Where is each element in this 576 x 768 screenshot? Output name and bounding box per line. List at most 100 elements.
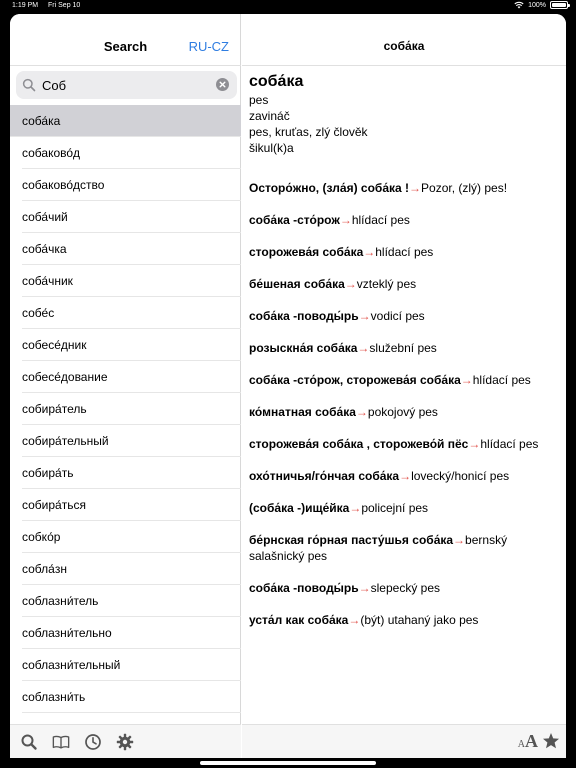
example-czech: pokojový pes: [367, 405, 438, 419]
example-czech: vodicí pes: [370, 309, 425, 323]
search-field[interactable]: [16, 71, 237, 99]
search-icon: [22, 78, 36, 92]
word-list-item[interactable]: соблазни́тель: [10, 585, 241, 617]
example-russian: ко́мнатная соба́ка: [249, 405, 356, 419]
sense-item: pes, kruťas, zlý člověk: [249, 125, 368, 139]
example-russian: Осторо́жно, (зла́я) соба́ка !: [249, 181, 410, 195]
star-icon[interactable]: [542, 732, 560, 750]
example-russian: сторожева́я соба́ка , сторожево́й пёс: [249, 437, 469, 451]
headword: соба́ка: [249, 73, 304, 90]
translation-arrow-icon: →: [349, 501, 362, 515]
example-list: Осторо́жно, (зла́я) соба́ка !→Pozor, (zl…: [249, 180, 561, 628]
example-item: соба́ка -сто́рож→hlídací pes: [249, 212, 561, 228]
translation-arrow-icon: →: [357, 341, 370, 355]
close-icon: [219, 81, 226, 88]
example-czech: Pozor, (zlý) pes!: [421, 181, 508, 195]
home-indicator: [200, 761, 376, 765]
translation-arrow-icon: →: [344, 277, 357, 291]
word-list-item[interactable]: собко́р: [10, 521, 241, 553]
language-toggle-button[interactable]: RU-CZ: [189, 39, 229, 54]
example-russian: бе́шеная соба́ка: [249, 277, 345, 291]
battery-percent: 100%: [528, 1, 546, 9]
font-size-small-label: A: [517, 739, 525, 750]
example-russian: (соба́ка -)ище́йка: [249, 501, 350, 515]
word-list-item[interactable]: соба́чий: [10, 201, 241, 233]
example-item: бе́шеная соба́ка→vzteklý pes: [249, 276, 561, 292]
word-list-item[interactable]: соблазни́тельный: [10, 649, 241, 681]
gear-icon[interactable]: [116, 733, 134, 751]
clear-search-button[interactable]: [216, 78, 229, 91]
example-item: соба́ка -поводы́рь→slepecký pes: [249, 580, 561, 596]
word-list-item[interactable]: собира́тельный: [10, 425, 241, 457]
example-czech: lovecký/honicí pes: [411, 469, 510, 483]
word-list-item[interactable]: соблазни́ть: [10, 681, 241, 713]
entry-pane: соба́ка соба́ка pes zavináč pes, kruťas, z…: [242, 14, 566, 758]
example-czech: vzteklý pes: [356, 277, 417, 291]
translation-arrow-icon: →: [453, 533, 466, 547]
battery-icon: [550, 1, 570, 9]
example-item: бе́рнская го́рная пасту́шья соба́ка→bern…: [249, 532, 561, 564]
example-czech: slepecký pes: [370, 581, 441, 595]
status-date: Fri Sep 10: [48, 2, 81, 9]
sense-item: šikul(k)a: [249, 141, 294, 155]
word-list-item[interactable]: соблазни́ться: [10, 713, 241, 720]
word-list-item[interactable]: собира́ться: [10, 489, 241, 521]
example-item: сторожева́я соба́ка , сторожево́й пёс→hl…: [249, 436, 561, 452]
word-list-item[interactable]: собесе́дник: [10, 329, 241, 361]
example-czech: hlídací pes: [472, 373, 531, 387]
example-item: ко́мнатная соба́ка→pokojový pes: [249, 404, 561, 420]
book-icon[interactable]: [52, 733, 70, 751]
example-russian: соба́ка -поводы́рь: [249, 309, 359, 323]
status-bar: 1:19 PM Fri Sep 10 100%: [0, 0, 576, 12]
translation-arrow-icon: →: [355, 405, 368, 419]
example-russian: охо́тничья/го́нчая соба́ка: [249, 469, 400, 483]
word-list-item[interactable]: собла́зн: [10, 553, 241, 585]
example-item: сторожева́я соба́ка→hlídací pes: [249, 244, 561, 260]
word-list[interactable]: соба́ка собаково́д собаково́дство соба́чий с…: [10, 105, 241, 720]
example-russian: соба́ка -поводы́рь: [249, 581, 359, 595]
word-list-item[interactable]: собира́тель: [10, 393, 241, 425]
translation-arrow-icon: →: [399, 469, 412, 483]
example-russian: розыскна́я соба́ка: [249, 341, 358, 355]
example-russian: сторожева́я соба́ка: [249, 245, 364, 259]
search-icon[interactable]: [20, 733, 38, 751]
example-czech: hlídací pes: [480, 437, 539, 451]
word-list-item[interactable]: соба́чник: [10, 265, 241, 297]
example-czech: policejní pes: [361, 501, 429, 515]
example-czech: (být) utahaný jako pes: [360, 613, 479, 627]
word-list-item[interactable]: соблазни́тельно: [10, 617, 241, 649]
word-list-item[interactable]: собира́ть: [10, 457, 241, 489]
entry-toolbar: AA: [242, 724, 566, 758]
example-czech: hlídací pes: [375, 245, 434, 259]
example-item: уста́л как соба́ка→(být) utahaný jako pe…: [249, 612, 561, 628]
word-list-item[interactable]: соба́чка: [10, 233, 241, 265]
translation-arrow-icon: →: [460, 373, 473, 387]
word-list-item[interactable]: собаково́дство: [10, 169, 241, 201]
example-item: Осторо́жно, (зла́я) соба́ка !→Pozor, (zl…: [249, 180, 561, 196]
search-input[interactable]: [42, 75, 212, 95]
example-item: охо́тничья/го́нчая соба́ка→lovecký/honic…: [249, 468, 561, 484]
example-item: (соба́ка -)ище́йка→policejní pes: [249, 500, 561, 516]
word-list-item[interactable]: собе́с: [10, 297, 241, 329]
example-russian: соба́ка -сто́рож: [249, 213, 340, 227]
entry-title: соба́ка: [383, 39, 425, 53]
translation-arrow-icon: →: [409, 181, 422, 195]
bottom-toolbar: [10, 724, 241, 758]
wifi-icon: [514, 1, 524, 9]
translation-arrow-icon: →: [363, 245, 376, 259]
history-icon[interactable]: [84, 733, 102, 751]
font-size-icon[interactable]: AA: [518, 731, 538, 752]
font-size-big-label: A: [525, 731, 538, 751]
example-russian: бе́рнская го́рная пасту́шья соба́ка: [249, 533, 454, 547]
entry-nav-bar: соба́ка: [242, 14, 566, 66]
word-list-item[interactable]: собаково́д: [10, 137, 241, 169]
translation-arrow-icon: →: [358, 581, 371, 595]
word-list-item[interactable]: собесе́дование: [10, 361, 241, 393]
example-item: розыскна́я соба́ка→služební pes: [249, 340, 561, 356]
sense-item: zavináč: [249, 109, 290, 123]
example-czech: služební pes: [369, 341, 437, 355]
translation-arrow-icon: →: [339, 213, 352, 227]
app-window: Search RU-CZ соба́касобаково́дсобаково́д…: [10, 14, 566, 758]
sense-item: pes: [249, 93, 269, 107]
word-list-item[interactable]: соба́ка: [10, 105, 241, 137]
